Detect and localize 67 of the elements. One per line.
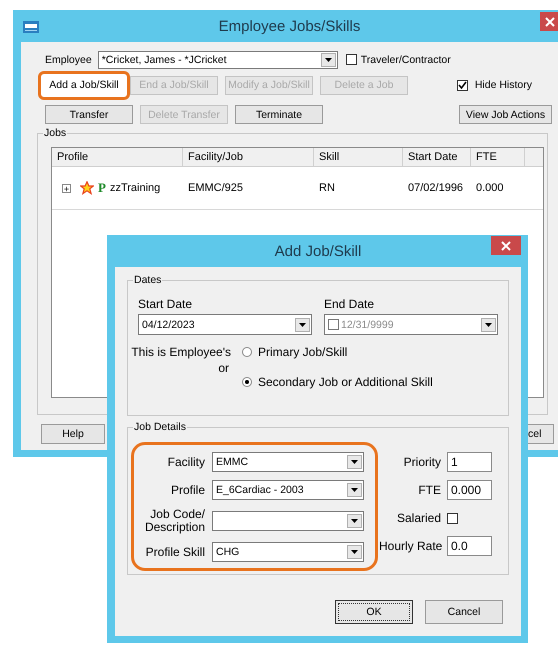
- close-button[interactable]: [540, 12, 558, 31]
- employee-dropdown[interactable]: *Cricket, James - *JCricket: [98, 50, 338, 68]
- column-header[interactable]: Facility/Job: [183, 148, 314, 166]
- role-label: This is Employee's: [131, 345, 231, 359]
- primary-letter: P: [98, 180, 106, 196]
- star-icon: [80, 181, 94, 195]
- employee-label: Employee: [45, 54, 92, 66]
- dropdown-arrow-icon: [351, 460, 358, 464]
- group-title: Jobs: [43, 127, 68, 139]
- action-button[interactable]: Terminate: [235, 105, 323, 124]
- field-label: Facility: [166, 456, 205, 468]
- field-dropdown[interactable]: CHG: [212, 542, 364, 562]
- table-cell: zzTraining: [110, 182, 160, 194]
- dropdown-arrow-icon: [351, 488, 358, 492]
- close-icon: [501, 240, 511, 250]
- end-date-label: End Date: [324, 297, 376, 311]
- group-title: Job Details: [133, 421, 187, 433]
- group-title: Dates: [133, 274, 162, 286]
- close-icon: [545, 16, 555, 26]
- field-label: Hourly Rate: [379, 539, 441, 553]
- table-cell-text: 0.000: [475, 182, 505, 194]
- dialog-title: Add Job/Skill: [274, 242, 362, 260]
- field-label: Priority: [402, 455, 441, 469]
- field-label: Profile Skill: [144, 546, 205, 558]
- dropdown-arrow-icon: [485, 322, 492, 326]
- dropdown-arrow-icon: [351, 519, 358, 523]
- field-label: Profile: [170, 484, 205, 496]
- end-date-checkbox[interactable]: [328, 319, 339, 330]
- partly-hidden-button[interactable]: cel: [528, 424, 554, 444]
- field-dropdown[interactable]: EMMC: [212, 452, 364, 472]
- expand-toggle[interactable]: +: [62, 184, 71, 192]
- traveler-checkbox[interactable]: [346, 54, 357, 65]
- input-field[interactable]: 0.000: [447, 480, 492, 500]
- dropdown-arrow-icon: [351, 550, 358, 554]
- table-cell-text: RN: [318, 182, 336, 194]
- dialog-button[interactable]: Cancel: [425, 600, 503, 624]
- dialog-button[interactable]: OK: [335, 600, 413, 624]
- close-button[interactable]: [491, 236, 521, 255]
- start-date-label: Start Date: [138, 297, 194, 311]
- role-radio[interactable]: Secondary Job or Additional Skill: [242, 375, 433, 389]
- start-date-picker[interactable]: 04/12/2023: [138, 314, 312, 335]
- dropdown-arrow-icon: [299, 322, 306, 326]
- column-header[interactable]: Profile: [52, 148, 183, 166]
- field-dropdown[interactable]: [212, 511, 364, 531]
- dropdown-arrow-icon: [324, 58, 332, 62]
- action-button[interactable]: Transfer: [45, 105, 133, 124]
- app-icon: [23, 21, 39, 33]
- input-field[interactable]: 0.0: [447, 536, 492, 556]
- help-button[interactable]: Help: [41, 424, 105, 444]
- hide-history-label: Hide History: [474, 79, 532, 91]
- traveler-label: Traveler/Contractor: [360, 54, 451, 66]
- role-radio[interactable]: Primary Job/Skill: [242, 345, 433, 359]
- view-job-actions-button[interactable]: View Job Actions: [459, 105, 552, 124]
- window-title: Employee Jobs/Skills: [218, 18, 360, 34]
- field-dropdown[interactable]: E_6Cardiac - 2003: [212, 480, 364, 500]
- field-label: Salaried: [396, 511, 441, 525]
- column-header[interactable]: Start Date: [403, 148, 471, 166]
- salaried-checkbox[interactable]: [447, 512, 458, 524]
- table-cell-text: 07/02/1996: [407, 182, 464, 194]
- column-header[interactable]: Skill: [314, 148, 403, 166]
- column-header[interactable]: FTE: [471, 148, 525, 166]
- table-cell-text: EMMC/925: [187, 182, 244, 194]
- input-field[interactable]: 1: [447, 452, 492, 472]
- field-label: Job Code/ Description: [144, 508, 205, 534]
- or-label: or: [218, 361, 229, 375]
- hide-history-checkbox[interactable]: [456, 80, 468, 90]
- field-label: FTE: [417, 483, 441, 497]
